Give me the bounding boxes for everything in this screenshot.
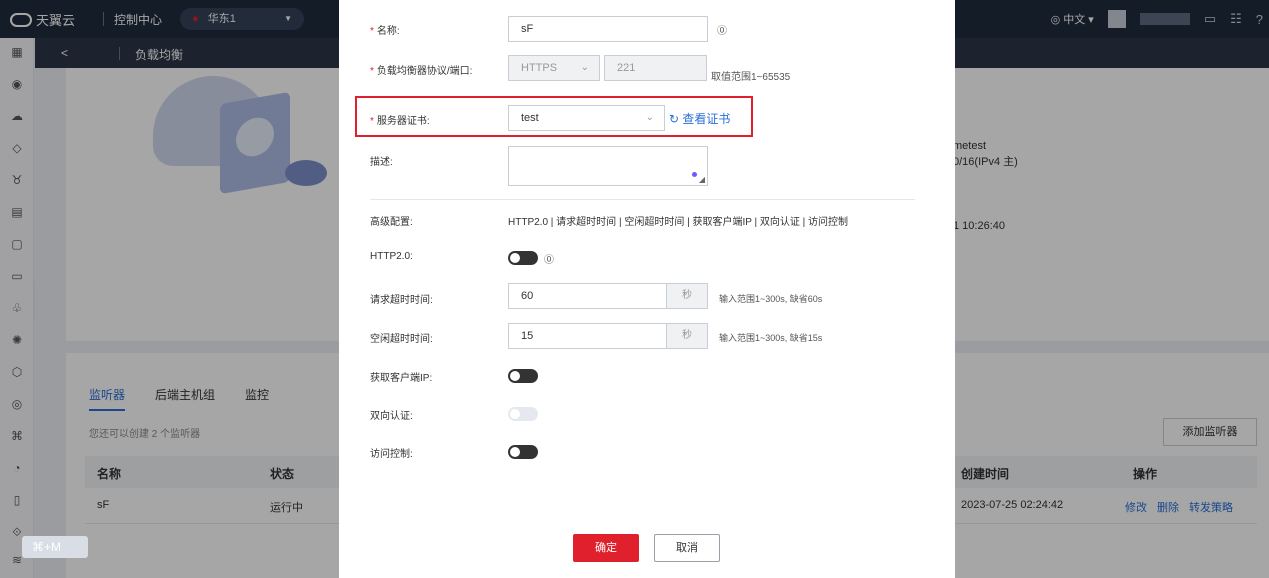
help-icon[interactable]: ⓪ [544, 251, 554, 266]
client-ip-toggle[interactable] [508, 369, 538, 383]
certificate-select[interactable]: test ⌄ [508, 105, 665, 131]
name-input[interactable]: sF [508, 16, 708, 42]
mutual-auth-label: 双向认证: [370, 411, 413, 422]
protocol-value: HTTPS [521, 62, 558, 74]
description-textarea[interactable]: ◢ [508, 146, 708, 186]
required-marker: * [370, 66, 374, 77]
chevron-down-icon: ⌄ [645, 112, 654, 123]
access-control-label: 访问控制: [370, 449, 413, 460]
client-ip-label: 获取客户端IP: [370, 373, 433, 384]
http2-label: HTTP2.0: [370, 251, 413, 262]
protocol-select: HTTPS ⌄ [508, 55, 600, 81]
protocol-port-label: * 负载均衡器协议/端口: [370, 62, 472, 77]
port-range-hint: 取值范围1~65535 [711, 72, 791, 83]
mutual-auth-toggle [508, 407, 538, 421]
request-timeout-input[interactable]: 60 [508, 283, 668, 309]
required-marker: * [370, 26, 374, 37]
http2-toggle[interactable] [508, 251, 538, 265]
cancel-button[interactable]: 取消 [654, 534, 720, 562]
refresh-icon: ↻ [669, 112, 680, 126]
input-indicator-dot [692, 172, 697, 177]
request-timeout-unit: 秒 [666, 283, 708, 309]
section-divider [370, 199, 915, 200]
idle-timeout-label: 空闲超时时间: [370, 334, 433, 345]
request-timeout-label: 请求超时时间: [370, 295, 433, 306]
view-certificate-link[interactable]: ↻ 查看证书 [669, 110, 730, 127]
edit-listener-dialog: * 名称: sF ⓪ * 负载均衡器协议/端口: HTTPS ⌄ 221 取值范围1~… [339, 0, 955, 578]
access-control-toggle[interactable] [508, 445, 538, 459]
certificate-label-text: 服务器证书: [376, 116, 430, 127]
idle-timeout-hint: 输入范围1~300s, 缺省15s [719, 333, 823, 343]
required-marker: * [370, 116, 374, 127]
port-input: 221 [604, 55, 707, 81]
advanced-config-items: HTTP2.0 | 请求超时时间 | 空闲超时时间 | 获取客户端IP | 双向… [508, 217, 849, 228]
description-label: 描述: [370, 157, 393, 168]
name-label-text: 名称: [376, 26, 400, 37]
advanced-config-label: 高级配置: [370, 217, 413, 228]
certificate-label: * 服务器证书: [370, 112, 430, 127]
resize-grip-icon[interactable]: ◢ [699, 175, 705, 184]
help-icon[interactable]: ⓪ [717, 22, 727, 37]
idle-timeout-input[interactable]: 15 [508, 323, 668, 349]
view-certificate-text: 查看证书 [682, 112, 731, 126]
chevron-down-icon: ⌄ [580, 62, 589, 73]
name-label: * 名称: [370, 22, 400, 37]
certificate-value: test [521, 112, 539, 124]
protocol-port-label-text: 负载均衡器协议/端口: [376, 66, 473, 77]
shortcut-badge[interactable]: ⌘+M [22, 536, 88, 558]
confirm-button[interactable]: 确定 [573, 534, 639, 562]
idle-timeout-unit: 秒 [666, 323, 708, 349]
request-timeout-hint: 输入范围1~300s, 缺省60s [719, 294, 823, 304]
